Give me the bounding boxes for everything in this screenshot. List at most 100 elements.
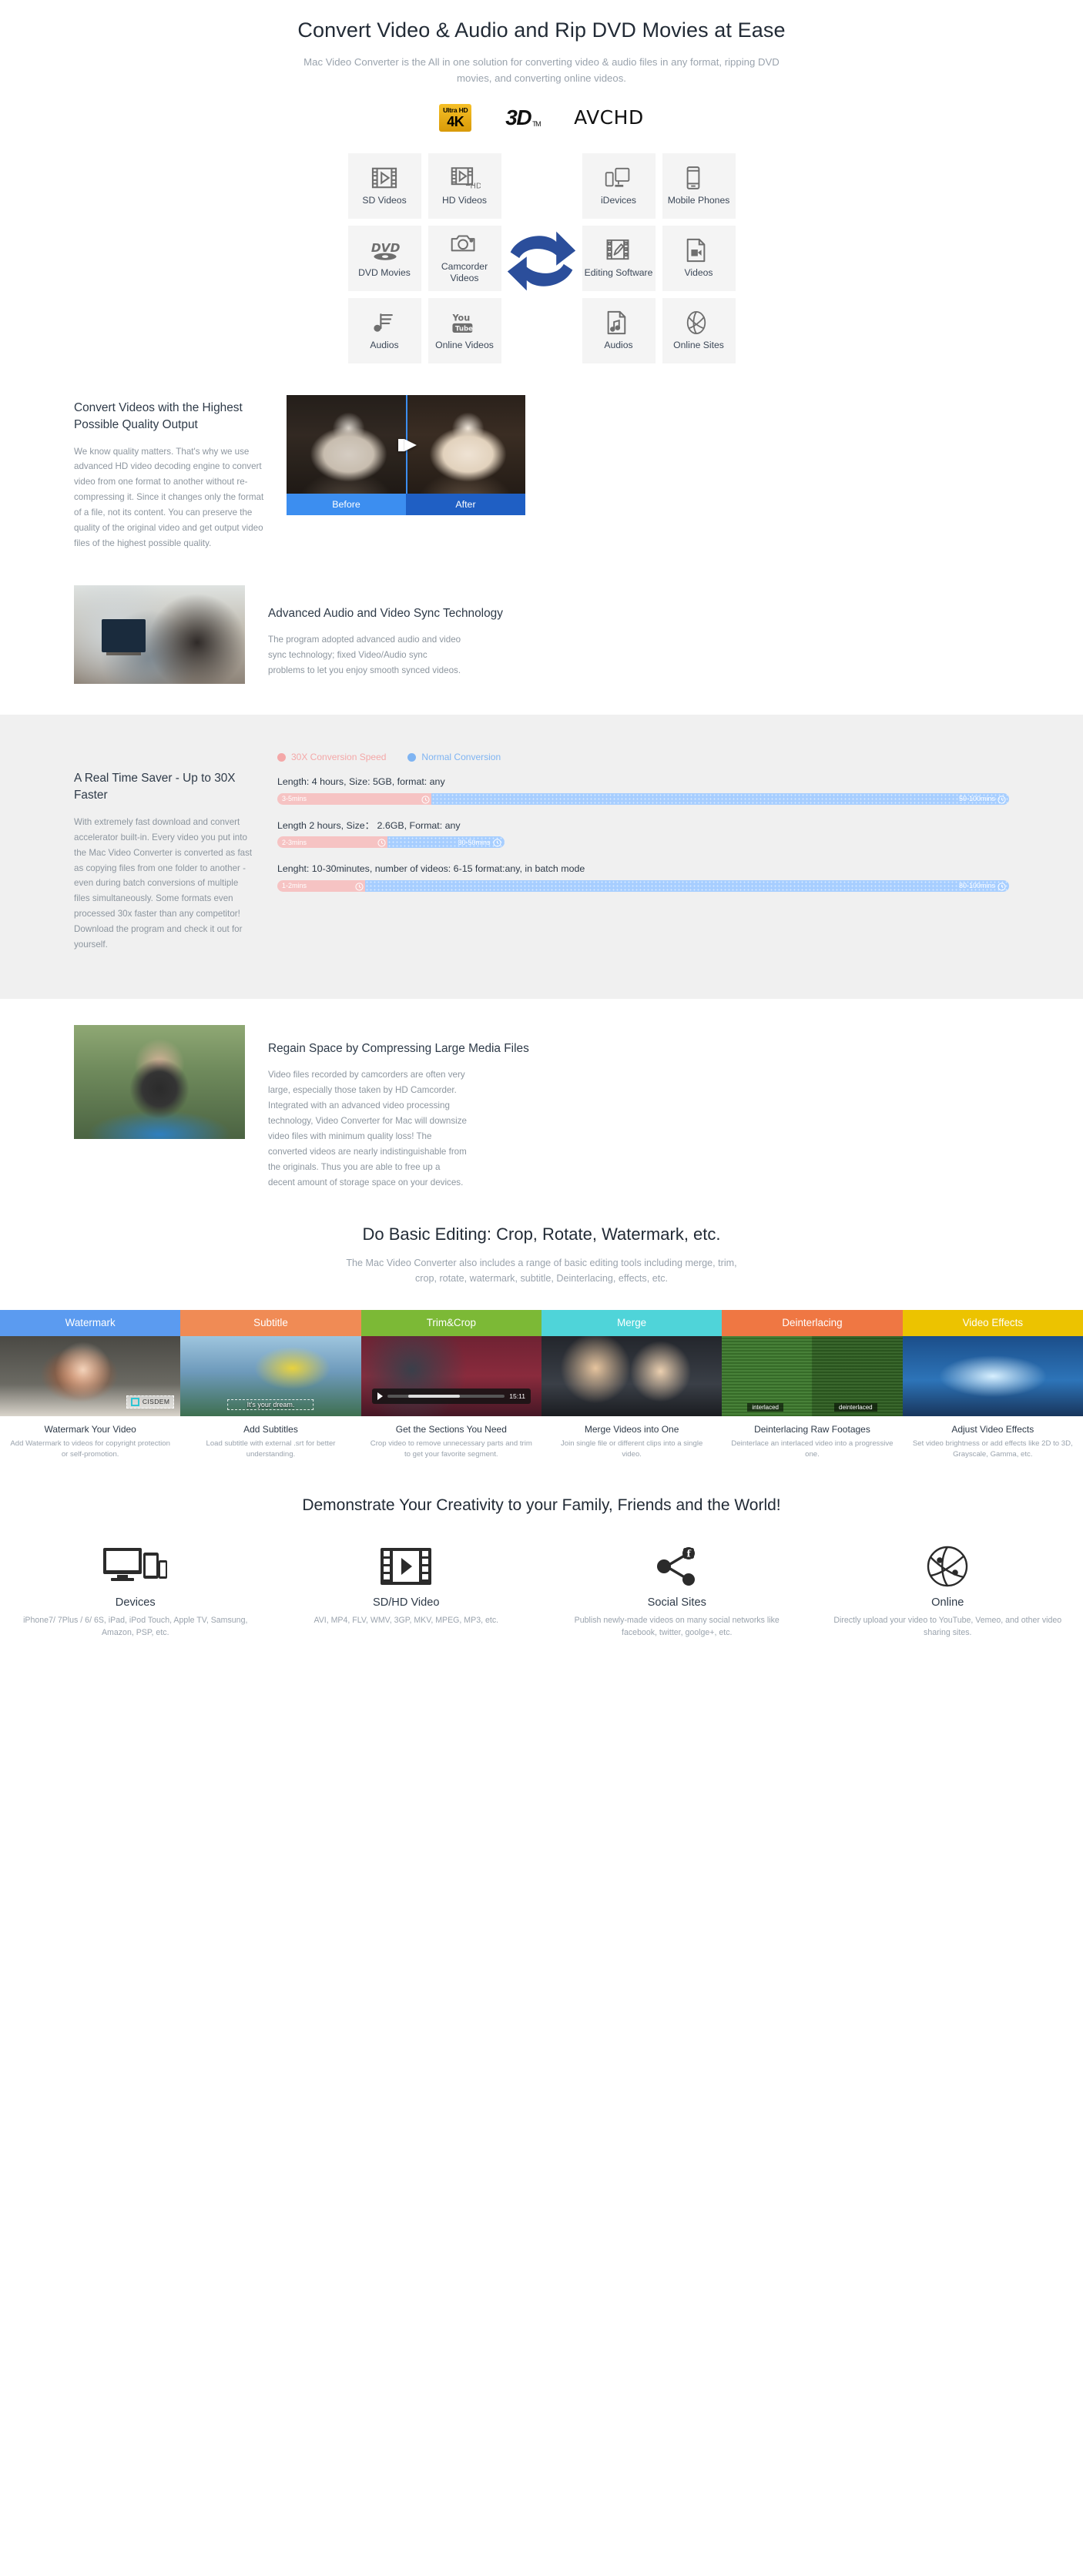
player-bar[interactable]: 15:11 [371,1388,531,1404]
caption-merge: Merge Videos into One Join single file o… [542,1424,722,1461]
caption-subtitle: Add Subtitles Load subtitle with externa… [180,1424,360,1461]
caption-title: Watermark Your Video [44,1423,136,1435]
film-play-hd-icon: HD [450,166,481,190]
film-pencil-icon [604,238,633,263]
globe-icon [828,1541,1068,1592]
demo-title: SD/HD Video [372,1596,440,1609]
demonstrate-section: Demonstrate Your Creativity to your Fami… [0,1496,1083,1670]
output-column-1: iDevices Editing Software Audios [582,152,656,363]
format-cell-audios-output[interactable]: Audios [582,297,656,363]
clock-icon [421,796,430,804]
compress-section: Regain Space by Compressing Large Media … [0,1025,1083,1191]
tab-subtitle[interactable]: Subtitle [180,1309,361,1336]
bar-block: Length 2 hours, Size： 2.6GB, Format: any… [277,819,1009,849]
play-icon[interactable] [377,1392,383,1400]
bar-segment-fast: 3-5mins [277,792,431,805]
caption-text: Join single file or different clips into… [560,1439,703,1459]
legend-label-fast: 30X Conversion Speed [291,752,387,763]
thumbnail-trim-crop[interactable]: 15:11 [360,1335,542,1416]
after-label: After [406,493,525,515]
music-note-list-icon [370,310,399,335]
comparison-bar: 2-3mins 30-50mins [277,836,1009,849]
camera-icon [450,232,479,256]
compress-heading: Regain Space by Compressing Large Media … [268,1042,529,1056]
film-play-icon [370,166,399,190]
demo-text: iPhone7/ 7Plus / 6/ 6S, iPad, iPod Touch… [23,1615,248,1637]
dvd-disc-icon: DVD [370,238,401,263]
tab-watermark[interactable]: Watermark [0,1309,181,1336]
format-label: Camcorder Videos [441,261,488,284]
format-cell-hd-videos[interactable]: HD HD Videos [428,152,501,219]
editing-subtitle: The Mac Video Converter also includes a … [346,1257,737,1285]
svg-text:You: You [451,313,470,323]
badge-4k-bottom: 4K [447,113,464,129]
deinterlace-labels: interlaced deinterlaced [722,1402,902,1412]
caption-video-effects: Adjust Video Effects Set video brightnes… [903,1424,1083,1461]
bar-segment-normal: 30-50mins [387,836,505,849]
format-cell-sd-videos[interactable]: SD Videos [347,152,421,219]
caption-title: Get the Sections You Need [395,1423,507,1435]
demo-item-online: Online Directly upload your video to You… [813,1541,1083,1640]
thumbnail-video-effects[interactable] [902,1335,1083,1416]
output-column-2: Mobile Phones Videos Online Sites [662,152,736,363]
devices-monitor-icon [15,1541,256,1592]
clock-icon [998,883,1006,891]
legend-label-normal: Normal Conversion [421,752,501,763]
thumbnail-merge[interactable] [541,1335,723,1416]
thumbnail-deinterlacing[interactable]: interlaced deinterlaced [722,1335,903,1416]
format-cell-dvd-movies[interactable]: DVD DVD Movies [347,225,421,291]
page-title: Convert Video & Audio and Rip DVD Movies… [297,18,786,42]
deinterlace-label-right: deinterlaced [834,1402,877,1412]
demo-title: Devices [115,1596,156,1609]
format-cell-audios-input[interactable]: Audios [347,297,421,363]
format-label: iDevices [600,194,637,206]
hero-subtitle: Mac Video Converter is the All in one so… [303,56,780,85]
caption-watermark: Watermark Your Video Add Watermark to vi… [0,1424,180,1461]
caption-text: Load subtitle with external .srt for bet… [206,1439,336,1459]
demo-item-sd-hd-video: SD/HD Video AVI, MP4, FLV, WMV, 3GP, MKV… [271,1541,542,1640]
avchd-badge-icon: AVCHD [574,106,644,129]
tab-merge[interactable]: Merge [541,1309,723,1336]
badge-3d-label: 3D [505,105,531,129]
clock-icon [377,839,386,847]
format-label: Videos [684,266,713,278]
globe-icon [684,310,713,335]
youtube-icon: You Tube [450,310,479,335]
caption-title: Merge Videos into One [584,1423,679,1435]
format-cell-online-sites[interactable]: Online Sites [662,297,736,363]
format-cell-videos[interactable]: Videos [662,225,736,291]
bar-segment-normal: 50-100mins [431,792,1009,805]
tab-video-effects[interactable]: Video Effects [902,1309,1083,1336]
demo-item-social-sites: f Social Sites Publish newly-made videos… [542,1541,813,1640]
thumbnail-watermark[interactable]: CISDEM [0,1335,181,1416]
progress-track[interactable] [387,1394,505,1398]
bar-segment-fast: 2-3mins [277,836,387,849]
before-after-image: ▮▶ [287,394,525,494]
phone-icon [684,166,713,190]
transition-arrow-icon: ▮▶ [397,435,417,454]
sync-text: Advanced Audio and Video Sync Technology… [268,585,503,678]
comparison-bar: 3-5mins 50-100mins [277,792,1009,805]
saver-body: With extremely fast download and convert… [74,816,253,950]
format-cell-editing-software[interactable]: Editing Software [582,225,656,291]
editing-thumbnails: CISDEM It's your dream. 15:11 interlaced… [0,1335,1083,1416]
bar-normal-label: 30-50mins [458,838,491,846]
format-cell-idevices[interactable]: iDevices [582,152,656,219]
tab-deinterlacing[interactable]: Deinterlacing [722,1309,903,1336]
bar-normal-label: 80-100mins [958,882,995,890]
bar-caption: Length: 4 hours, Size: 5GB, format: any [277,776,445,788]
format-cell-camcorder-videos[interactable]: Camcorder Videos [428,225,501,291]
badge-3d-tm: TM [532,119,542,128]
compress-body: Video files recorded by camcorders are o… [268,1070,467,1188]
legend-item-fast: 30X Conversion Speed [277,752,386,762]
caption-text: Add Watermark to videos for copyright pr… [10,1439,170,1459]
svg-text:DVD: DVD [371,241,401,255]
format-cell-online-videos[interactable]: You Tube Online Videos [428,297,501,363]
tab-trim-crop[interactable]: Trim&Crop [360,1309,542,1336]
demonstrate-heading: Demonstrate Your Creativity to your Fami… [302,1496,781,1514]
thumbnail-subtitle[interactable]: It's your dream. [180,1335,361,1416]
quality-section: Convert Videos with the Highest Possible… [0,394,1083,551]
demo-item-devices: Devices iPhone7/ 7Plus / 6/ 6S, iPad, iP… [0,1541,271,1640]
3d-badge-icon: 3D TM [505,105,542,130]
format-cell-mobile-phones[interactable]: Mobile Phones [662,152,736,219]
